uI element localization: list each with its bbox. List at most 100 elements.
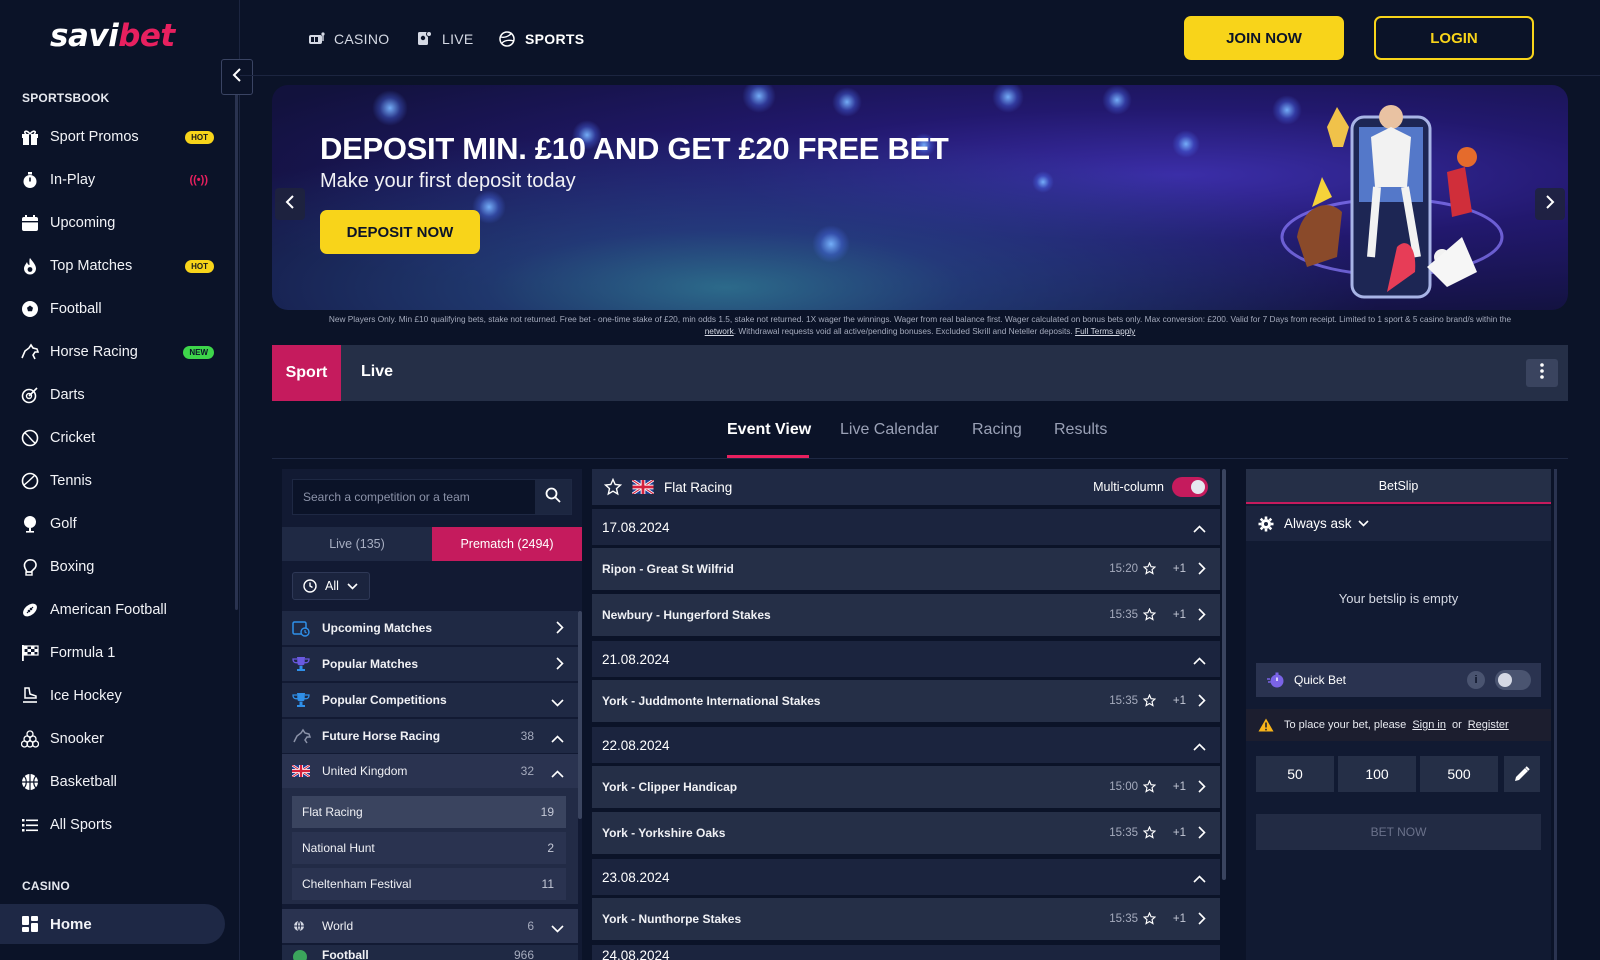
login-button[interactable]: LOGIN (1374, 16, 1534, 60)
filter-scrollbar[interactable] (578, 611, 582, 819)
stake-preset-button[interactable]: 100 (1338, 756, 1416, 792)
star-icon[interactable] (1142, 561, 1157, 578)
sidebar-item-snooker[interactable]: Snooker (0, 719, 230, 759)
promo-banner[interactable]: DEPOSIT MIN. £10 AND GET £20 FREE BET Ma… (272, 85, 1568, 310)
sidebar-item-ice-hockey[interactable]: Ice Hockey (0, 676, 230, 716)
chevron-down-icon (551, 922, 564, 936)
event-row[interactable]: York - Juddmonte International Stakes 15… (592, 680, 1220, 722)
register-link[interactable]: Register (1468, 719, 1509, 731)
tab-results[interactable]: Results (1054, 421, 1107, 439)
upcoming-matches-row[interactable]: Upcoming Matches (282, 611, 578, 645)
tab-live[interactable]: Live (361, 363, 393, 381)
tab-sport[interactable]: Sport (272, 345, 341, 401)
search-button[interactable] (535, 480, 571, 514)
mode-tab-bar: Sport Live (272, 345, 1568, 401)
sidebar-item-formula-1[interactable]: Formula 1 (0, 633, 230, 673)
star-icon[interactable] (1142, 693, 1157, 710)
item-label: Cheltenham Festival (302, 877, 412, 891)
star-icon[interactable] (1142, 607, 1157, 624)
sign-in-link[interactable]: Sign in (1412, 719, 1446, 731)
banner-next-button[interactable] (1535, 188, 1565, 220)
stadium-light (1172, 130, 1200, 158)
sidebar-item-sport-promos[interactable]: Sport Promos HOT (0, 117, 230, 157)
event-row[interactable]: York - Yorkshire Oaks 15:35 +1 (592, 812, 1220, 854)
chevron-right-icon (1198, 694, 1206, 710)
full-terms-link[interactable]: Full Terms apply (1075, 326, 1135, 336)
event-row[interactable]: Newbury - Hungerford Stakes 15:35 +1 (592, 594, 1220, 636)
row-label: Popular Matches (322, 657, 419, 671)
more-options-button[interactable] (1526, 359, 1558, 387)
star-icon[interactable] (1142, 779, 1157, 796)
betslip-title[interactable]: BetSlip (1246, 469, 1551, 504)
event-row[interactable]: Ripon - Great St Wilfrid 15:20 +1 (592, 548, 1220, 590)
nav-sports[interactable]: SPORTS (499, 30, 584, 48)
date-group-header[interactable]: 17.08.2024 (592, 509, 1220, 545)
horse-racing-icon (20, 342, 40, 362)
future-horse-racing-row[interactable]: Future Horse Racing 38 (282, 719, 578, 753)
betslip-scrollbar[interactable] (1554, 469, 1557, 960)
date-group-header[interactable]: 22.08.2024 (592, 727, 1220, 763)
multi-column-switch[interactable] (1172, 477, 1208, 497)
tab-live-count[interactable]: Live (135) (282, 527, 432, 561)
date-group-header[interactable]: 24.08.2024 (592, 945, 1220, 960)
events-scrollbar[interactable] (1222, 469, 1226, 880)
deposit-now-button[interactable]: DEPOSIT NOW (320, 210, 480, 254)
date-group-header[interactable]: 21.08.2024 (592, 641, 1220, 677)
star-icon[interactable] (604, 478, 622, 496)
event-name: York - Nunthorpe Stakes (602, 912, 742, 926)
nav-casino[interactable]: CASINO (308, 30, 389, 48)
join-now-button[interactable]: JOIN NOW (1184, 16, 1344, 60)
star-icon[interactable] (1142, 825, 1157, 842)
sidebar-item-boxing[interactable]: Boxing (0, 547, 230, 587)
sidebar-item-home[interactable]: Home (0, 904, 225, 944)
tab-live-calendar[interactable]: Live Calendar (840, 421, 939, 439)
tab-racing[interactable]: Racing (972, 421, 1022, 439)
time-filter-select[interactable]: All (292, 572, 370, 600)
list-item-national-hunt[interactable]: National Hunt 2 (292, 832, 566, 864)
date-group-header[interactable]: 23.08.2024 (592, 859, 1220, 895)
sidebar-item-tennis[interactable]: Tennis (0, 461, 230, 501)
sidebar-scrollbar[interactable] (235, 90, 238, 610)
stake-preset-button[interactable]: 500 (1420, 756, 1498, 792)
popular-matches-row[interactable]: Popular Matches (282, 647, 578, 681)
banner-prev-button[interactable] (275, 188, 305, 220)
sidebar-item-american-football[interactable]: American Football (0, 590, 230, 630)
nav-live[interactable]: LIVE (416, 30, 474, 48)
list-item-flat-racing[interactable]: Flat Racing 19 (292, 796, 566, 828)
football-row[interactable]: Football 966 (282, 945, 578, 960)
edit-stakes-button[interactable] (1504, 756, 1540, 792)
search-input[interactable] (293, 480, 535, 514)
bet-now-button[interactable]: BET NOW (1256, 814, 1541, 850)
info-icon[interactable]: i (1467, 671, 1485, 689)
sidebar-item-in-play[interactable]: In-Play ((•)) (0, 160, 230, 200)
odds-change-select[interactable]: Always ask (1246, 506, 1551, 541)
popular-competitions-row[interactable]: Popular Competitions (282, 683, 578, 717)
united-kingdom-row[interactable]: United Kingdom 32 (282, 754, 578, 788)
savibet-logo[interactable]: savibet (50, 18, 175, 54)
sidebar-item-horse-racing[interactable]: Horse Racing NEW (0, 332, 230, 372)
stake-preset-button[interactable]: 50 (1256, 756, 1334, 792)
sidebar-item-cricket[interactable]: Cricket (0, 418, 230, 458)
world-row[interactable]: World 6 (282, 909, 578, 943)
sidebar-item-all-sports[interactable]: All Sports (0, 805, 230, 845)
list-item-cheltenham-festival[interactable]: Cheltenham Festival 11 (292, 868, 566, 900)
sidebar-item-basketball[interactable]: Basketball (0, 762, 230, 802)
football-icon (292, 948, 312, 960)
boxing-glove-icon (20, 557, 40, 577)
sidebar-item-upcoming[interactable]: Upcoming (0, 203, 230, 243)
chevron-right-icon (1198, 562, 1206, 578)
tab-event-view[interactable]: Event View (727, 421, 811, 439)
sidebar-item-top-matches[interactable]: Top Matches HOT (0, 246, 230, 286)
network-link[interactable]: network (705, 326, 734, 336)
betslip-empty-message: Your betslip is empty (1338, 591, 1459, 606)
sidebar-item-darts[interactable]: Darts (0, 375, 230, 415)
live-cards-icon (416, 30, 434, 48)
event-row[interactable]: York - Clipper Handicap 15:00 +1 (592, 766, 1220, 808)
star-icon[interactable] (1142, 911, 1157, 928)
multi-column-toggle[interactable]: Multi-column (1093, 477, 1208, 497)
sidebar-item-football[interactable]: Football (0, 289, 230, 329)
tab-prematch-count[interactable]: Prematch (2494) (432, 527, 582, 561)
sidebar-item-golf[interactable]: Golf (0, 504, 230, 544)
event-row[interactable]: York - Nunthorpe Stakes 15:35 +1 (592, 898, 1220, 940)
quick-bet-toggle[interactable] (1495, 670, 1531, 690)
